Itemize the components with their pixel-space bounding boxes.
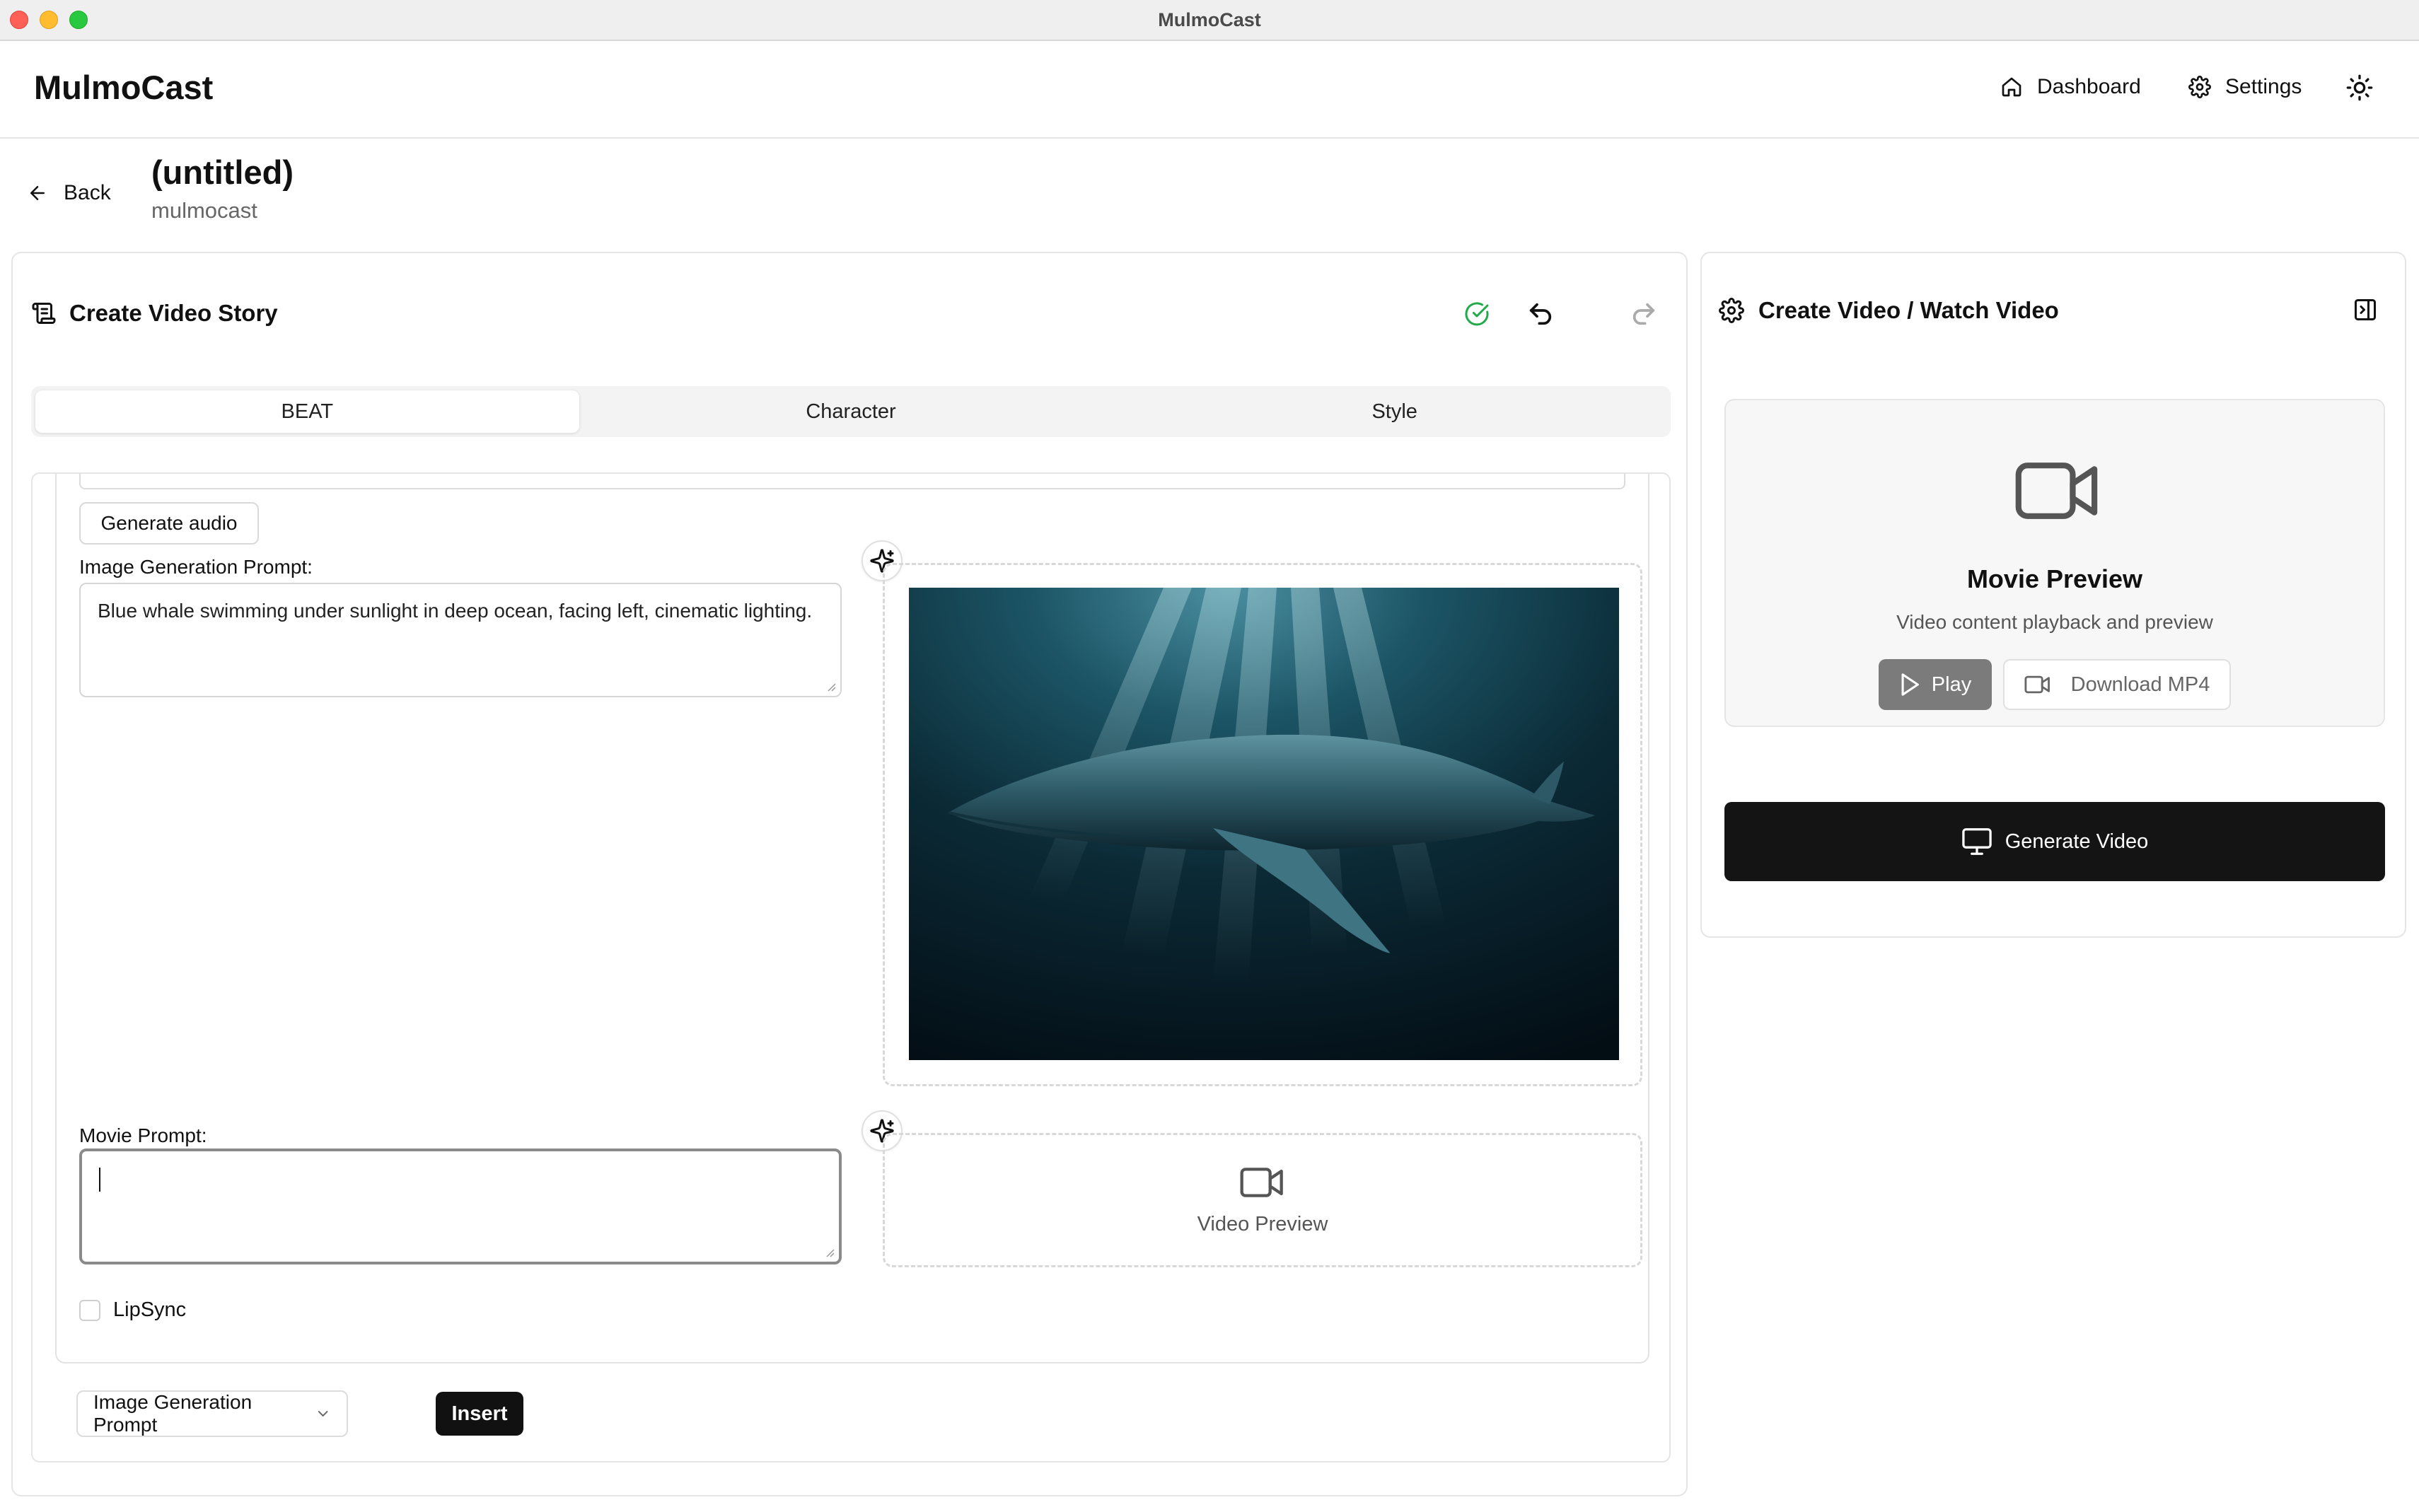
movie-prompt-label: Movie Prompt: <box>79 1124 207 1146</box>
lipsync-label: LipSync <box>113 1298 187 1321</box>
resize-grip-icon[interactable] <box>825 1248 835 1257</box>
undo-icon[interactable] <box>1524 300 1557 328</box>
text-caret <box>99 1167 100 1192</box>
image-prompt-text: Blue whale swimming under sunlight in de… <box>98 600 813 622</box>
arrow-left-icon <box>30 186 45 200</box>
video-camera-icon <box>2015 463 2098 519</box>
nav-settings[interactable]: Settings <box>2188 75 2302 99</box>
download-mp4-label: Download MP4 <box>2070 673 2210 696</box>
tab-beat[interactable]: BEAT <box>35 390 579 433</box>
video-panel: Create Video / Watch Video Movie Preview… <box>1700 252 2406 938</box>
video-preview-label: Video Preview <box>1197 1212 1328 1235</box>
video-camera-icon <box>1240 1167 1283 1197</box>
play-label: Play <box>1931 673 1972 696</box>
gear-icon <box>1719 298 1744 323</box>
play-button[interactable]: Play <box>1879 659 1992 710</box>
brand-logo[interactable]: MulmoCast <box>34 68 213 107</box>
gear-icon <box>2188 76 2211 98</box>
beat-card: Generate audio Image Generation Prompt: … <box>55 474 1649 1363</box>
image-prompt-label: Image Generation Prompt: <box>79 556 313 578</box>
redo-icon[interactable] <box>1627 300 1661 328</box>
sun-icon[interactable] <box>2345 74 2374 102</box>
window-titlebar: MulmoCast <box>0 0 2419 41</box>
back-label: Back <box>64 181 111 204</box>
movie-preview-title: Movie Preview <box>1966 564 2143 593</box>
play-icon <box>1901 673 1919 696</box>
window-title: MulmoCast <box>1158 9 1261 30</box>
resize-grip-icon[interactable] <box>826 682 836 692</box>
insert-button[interactable]: Insert <box>436 1392 523 1436</box>
video-preview-box: Video Preview <box>883 1133 1642 1267</box>
generate-audio-button[interactable]: Generate audio <box>79 502 259 545</box>
movie-prompt-textarea[interactable] <box>79 1148 842 1264</box>
video-panel-heading-label: Create Video / Watch Video <box>1758 297 2059 323</box>
generated-whale-image[interactable] <box>909 588 1619 1060</box>
insert-type-select[interactable]: Image Generation Prompt <box>76 1390 348 1437</box>
home-icon <box>2002 77 2021 97</box>
generate-video-label: Generate Video <box>2005 830 2149 853</box>
lipsync-option: LipSync <box>79 1298 186 1322</box>
image-prompt-textarea[interactable]: Blue whale swimming under sunlight in de… <box>79 583 842 697</box>
chevron-down-icon <box>318 1411 328 1417</box>
editor-tabs: BEAT Character Style <box>31 386 1671 437</box>
movie-preview-subtitle: Video content playback and preview <box>1896 611 2213 633</box>
editor-heading: Create Video Story <box>31 300 278 327</box>
monitor-icon <box>1961 828 1992 855</box>
story-editor-panel: Create Video Story BEAT Character Style … <box>11 252 1688 1496</box>
check-circle-icon <box>1465 302 1489 326</box>
lipsync-checkbox[interactable] <box>79 1299 100 1321</box>
scroll-icon <box>32 303 56 324</box>
panel-collapse-icon[interactable] <box>2353 297 2378 322</box>
beat-scroll-area[interactable]: Generate audio Image Generation Prompt: … <box>31 472 1671 1462</box>
nav-settings-label: Settings <box>2225 75 2302 98</box>
download-mp4-button[interactable]: Download MP4 <box>2003 659 2231 710</box>
nav-dashboard-label: Dashboard <box>2037 75 2141 98</box>
image-preview-box <box>883 563 1642 1086</box>
page-subtitle: mulmocast <box>151 198 257 223</box>
movie-preview-card: Movie Preview Video content playback and… <box>1724 399 2385 727</box>
nav-dashboard[interactable]: Dashboard <box>2000 75 2141 99</box>
whale-illustration <box>909 588 1619 1060</box>
video-camera-icon <box>2024 675 2050 694</box>
generate-video-button[interactable]: Generate Video <box>1724 802 2385 881</box>
insert-type-value: Image Generation Prompt <box>93 1391 253 1436</box>
app-header: MulmoCast Dashboard Settings <box>0 41 2419 139</box>
tab-style[interactable]: Style <box>1123 390 1666 433</box>
tab-character[interactable]: Character <box>579 390 1123 433</box>
video-panel-heading: Create Video / Watch Video <box>1719 297 2059 324</box>
previous-textarea[interactable] <box>79 474 1625 489</box>
editor-heading-label: Create Video Story <box>69 300 278 326</box>
page-title: (untitled) <box>151 153 294 191</box>
back-button[interactable]: Back <box>27 181 111 205</box>
